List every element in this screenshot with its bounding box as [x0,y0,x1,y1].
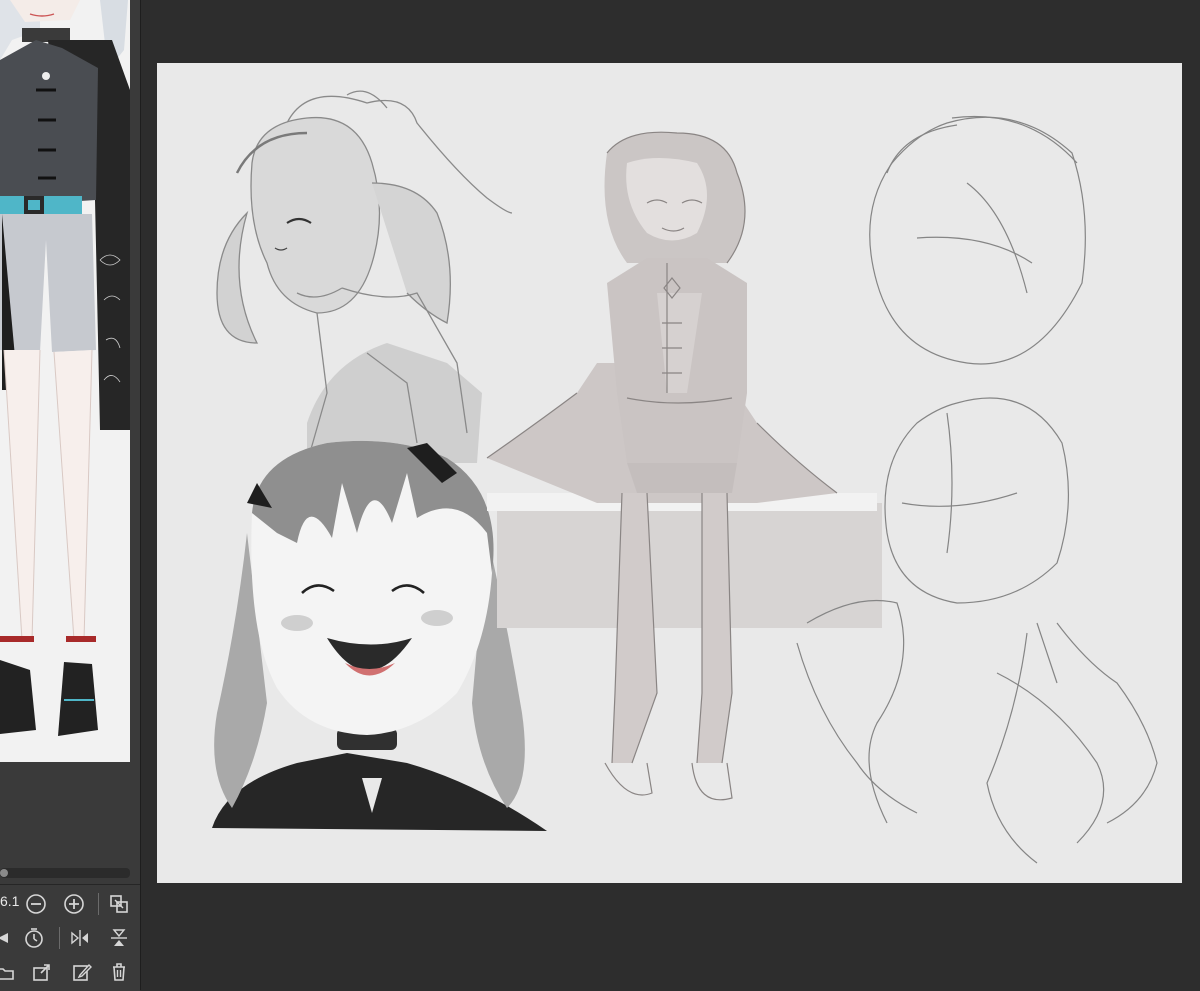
navigator-panel: 6.1 [0,0,141,991]
drawing-canvas[interactable] [157,63,1182,883]
canvas-area[interactable] [140,0,1200,990]
flip-vertical-icon[interactable] [106,925,132,951]
zoom-in-icon[interactable] [61,891,87,917]
navigator-scrollbar[interactable] [0,868,130,878]
sketch-seated-girl [486,131,882,801]
fit-to-screen-icon[interactable] [106,891,132,917]
scrollbar-thumb[interactable] [0,869,8,877]
edit-icon[interactable] [69,959,95,985]
toolbar-separator [59,927,60,949]
toolbar-separator [98,893,99,915]
rotate-icon[interactable] [0,925,18,951]
sketch-headband-girl [216,90,513,464]
open-folder-icon[interactable] [0,959,18,985]
export-icon[interactable] [29,959,55,985]
sketch-construction-heads [796,115,1158,864]
reference-character-image [0,0,130,762]
zoom-value[interactable]: 6.1 [0,893,19,909]
flip-horizontal-icon[interactable] [67,925,93,951]
trash-icon[interactable] [106,959,132,985]
zoom-out-icon[interactable] [23,891,49,917]
reset-rotation-icon[interactable] [21,925,47,951]
